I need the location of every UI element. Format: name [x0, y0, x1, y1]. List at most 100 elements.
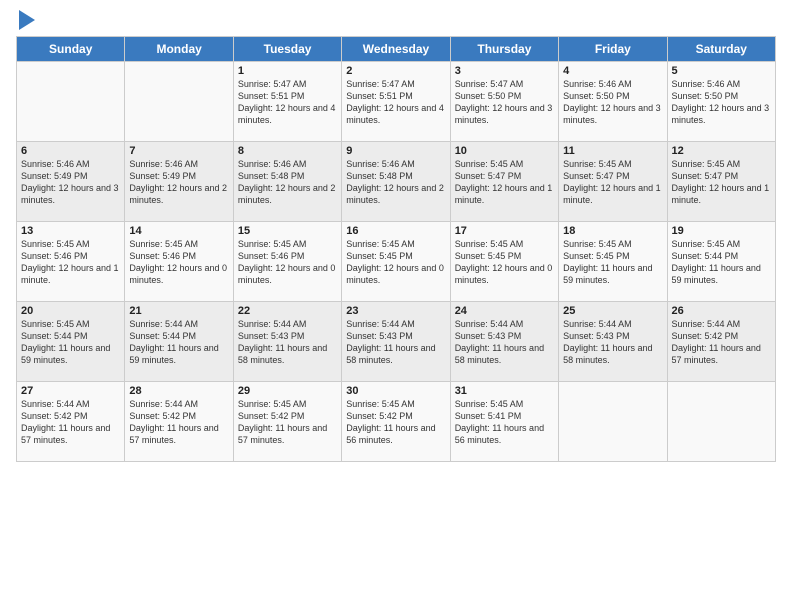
day-number: 23	[346, 305, 445, 317]
calendar-cell: 11Sunrise: 5:45 AM Sunset: 5:47 PM Dayli…	[559, 142, 667, 222]
day-number: 8	[238, 145, 337, 157]
calendar-week-row: 13Sunrise: 5:45 AM Sunset: 5:46 PM Dayli…	[17, 222, 776, 302]
cell-content: Sunrise: 5:45 AM Sunset: 5:46 PM Dayligh…	[21, 238, 120, 287]
calendar-cell: 14Sunrise: 5:45 AM Sunset: 5:46 PM Dayli…	[125, 222, 233, 302]
cell-content: Sunrise: 5:44 AM Sunset: 5:43 PM Dayligh…	[455, 318, 554, 367]
calendar-cell: 25Sunrise: 5:44 AM Sunset: 5:43 PM Dayli…	[559, 302, 667, 382]
calendar-cell: 9Sunrise: 5:46 AM Sunset: 5:48 PM Daylig…	[342, 142, 450, 222]
calendar-week-row: 20Sunrise: 5:45 AM Sunset: 5:44 PM Dayli…	[17, 302, 776, 382]
cell-content: Sunrise: 5:45 AM Sunset: 5:42 PM Dayligh…	[238, 398, 337, 447]
day-number: 3	[455, 65, 554, 77]
day-number: 26	[672, 305, 771, 317]
cell-content: Sunrise: 5:45 AM Sunset: 5:45 PM Dayligh…	[563, 238, 662, 287]
calendar-cell: 22Sunrise: 5:44 AM Sunset: 5:43 PM Dayli…	[233, 302, 341, 382]
day-number: 28	[129, 385, 228, 397]
day-header-tuesday: Tuesday	[233, 37, 341, 62]
calendar-week-row: 1Sunrise: 5:47 AM Sunset: 5:51 PM Daylig…	[17, 62, 776, 142]
day-header-saturday: Saturday	[667, 37, 775, 62]
cell-content: Sunrise: 5:46 AM Sunset: 5:50 PM Dayligh…	[563, 78, 662, 127]
calendar-cell: 2Sunrise: 5:47 AM Sunset: 5:51 PM Daylig…	[342, 62, 450, 142]
cell-content: Sunrise: 5:46 AM Sunset: 5:49 PM Dayligh…	[129, 158, 228, 207]
day-number: 25	[563, 305, 662, 317]
calendar-cell	[17, 62, 125, 142]
calendar-cell	[667, 382, 775, 462]
day-number: 30	[346, 385, 445, 397]
day-number: 31	[455, 385, 554, 397]
calendar-cell: 20Sunrise: 5:45 AM Sunset: 5:44 PM Dayli…	[17, 302, 125, 382]
cell-content: Sunrise: 5:45 AM Sunset: 5:42 PM Dayligh…	[346, 398, 445, 447]
cell-content: Sunrise: 5:46 AM Sunset: 5:50 PM Dayligh…	[672, 78, 771, 127]
cell-content: Sunrise: 5:46 AM Sunset: 5:48 PM Dayligh…	[346, 158, 445, 207]
calendar-cell: 4Sunrise: 5:46 AM Sunset: 5:50 PM Daylig…	[559, 62, 667, 142]
cell-content: Sunrise: 5:47 AM Sunset: 5:51 PM Dayligh…	[346, 78, 445, 127]
calendar-cell: 12Sunrise: 5:45 AM Sunset: 5:47 PM Dayli…	[667, 142, 775, 222]
day-number: 4	[563, 65, 662, 77]
calendar-cell: 13Sunrise: 5:45 AM Sunset: 5:46 PM Dayli…	[17, 222, 125, 302]
calendar-cell: 10Sunrise: 5:45 AM Sunset: 5:47 PM Dayli…	[450, 142, 558, 222]
day-number: 1	[238, 65, 337, 77]
calendar-cell: 24Sunrise: 5:44 AM Sunset: 5:43 PM Dayli…	[450, 302, 558, 382]
day-number: 2	[346, 65, 445, 77]
logo-arrow-icon	[19, 10, 35, 30]
day-number: 21	[129, 305, 228, 317]
calendar-table: SundayMondayTuesdayWednesdayThursdayFrid…	[16, 36, 776, 462]
day-number: 29	[238, 385, 337, 397]
day-number: 11	[563, 145, 662, 157]
calendar-cell: 6Sunrise: 5:46 AM Sunset: 5:49 PM Daylig…	[17, 142, 125, 222]
cell-content: Sunrise: 5:44 AM Sunset: 5:43 PM Dayligh…	[346, 318, 445, 367]
day-number: 14	[129, 225, 228, 237]
calendar-cell: 26Sunrise: 5:44 AM Sunset: 5:42 PM Dayli…	[667, 302, 775, 382]
calendar-cell: 27Sunrise: 5:44 AM Sunset: 5:42 PM Dayli…	[17, 382, 125, 462]
day-number: 5	[672, 65, 771, 77]
day-number: 9	[346, 145, 445, 157]
day-number: 6	[21, 145, 120, 157]
page: SundayMondayTuesdayWednesdayThursdayFrid…	[0, 0, 792, 472]
cell-content: Sunrise: 5:44 AM Sunset: 5:43 PM Dayligh…	[563, 318, 662, 367]
day-number: 17	[455, 225, 554, 237]
cell-content: Sunrise: 5:47 AM Sunset: 5:51 PM Dayligh…	[238, 78, 337, 127]
cell-content: Sunrise: 5:45 AM Sunset: 5:44 PM Dayligh…	[672, 238, 771, 287]
day-number: 15	[238, 225, 337, 237]
day-number: 19	[672, 225, 771, 237]
cell-content: Sunrise: 5:46 AM Sunset: 5:49 PM Dayligh…	[21, 158, 120, 207]
cell-content: Sunrise: 5:46 AM Sunset: 5:48 PM Dayligh…	[238, 158, 337, 207]
cell-content: Sunrise: 5:44 AM Sunset: 5:42 PM Dayligh…	[21, 398, 120, 447]
cell-content: Sunrise: 5:45 AM Sunset: 5:41 PM Dayligh…	[455, 398, 554, 447]
calendar-cell: 5Sunrise: 5:46 AM Sunset: 5:50 PM Daylig…	[667, 62, 775, 142]
calendar-cell: 8Sunrise: 5:46 AM Sunset: 5:48 PM Daylig…	[233, 142, 341, 222]
day-header-sunday: Sunday	[17, 37, 125, 62]
calendar-cell: 15Sunrise: 5:45 AM Sunset: 5:46 PM Dayli…	[233, 222, 341, 302]
cell-content: Sunrise: 5:45 AM Sunset: 5:45 PM Dayligh…	[346, 238, 445, 287]
cell-content: Sunrise: 5:45 AM Sunset: 5:46 PM Dayligh…	[238, 238, 337, 287]
cell-content: Sunrise: 5:45 AM Sunset: 5:47 PM Dayligh…	[563, 158, 662, 207]
day-header-thursday: Thursday	[450, 37, 558, 62]
calendar-cell: 23Sunrise: 5:44 AM Sunset: 5:43 PM Dayli…	[342, 302, 450, 382]
calendar-week-row: 27Sunrise: 5:44 AM Sunset: 5:42 PM Dayli…	[17, 382, 776, 462]
calendar-cell: 19Sunrise: 5:45 AM Sunset: 5:44 PM Dayli…	[667, 222, 775, 302]
day-number: 10	[455, 145, 554, 157]
calendar-cell: 31Sunrise: 5:45 AM Sunset: 5:41 PM Dayli…	[450, 382, 558, 462]
day-number: 13	[21, 225, 120, 237]
day-number: 12	[672, 145, 771, 157]
cell-content: Sunrise: 5:45 AM Sunset: 5:44 PM Dayligh…	[21, 318, 120, 367]
cell-content: Sunrise: 5:44 AM Sunset: 5:43 PM Dayligh…	[238, 318, 337, 367]
calendar-cell: 18Sunrise: 5:45 AM Sunset: 5:45 PM Dayli…	[559, 222, 667, 302]
day-number: 7	[129, 145, 228, 157]
logo	[16, 12, 35, 30]
day-number: 22	[238, 305, 337, 317]
calendar-body: 1Sunrise: 5:47 AM Sunset: 5:51 PM Daylig…	[17, 62, 776, 462]
cell-content: Sunrise: 5:45 AM Sunset: 5:47 PM Dayligh…	[672, 158, 771, 207]
day-number: 18	[563, 225, 662, 237]
calendar-header: SundayMondayTuesdayWednesdayThursdayFrid…	[17, 37, 776, 62]
calendar-cell: 16Sunrise: 5:45 AM Sunset: 5:45 PM Dayli…	[342, 222, 450, 302]
cell-content: Sunrise: 5:44 AM Sunset: 5:44 PM Dayligh…	[129, 318, 228, 367]
calendar-week-row: 6Sunrise: 5:46 AM Sunset: 5:49 PM Daylig…	[17, 142, 776, 222]
day-header-wednesday: Wednesday	[342, 37, 450, 62]
cell-content: Sunrise: 5:45 AM Sunset: 5:45 PM Dayligh…	[455, 238, 554, 287]
calendar-cell: 1Sunrise: 5:47 AM Sunset: 5:51 PM Daylig…	[233, 62, 341, 142]
cell-content: Sunrise: 5:45 AM Sunset: 5:46 PM Dayligh…	[129, 238, 228, 287]
calendar-cell: 7Sunrise: 5:46 AM Sunset: 5:49 PM Daylig…	[125, 142, 233, 222]
day-header-friday: Friday	[559, 37, 667, 62]
cell-content: Sunrise: 5:44 AM Sunset: 5:42 PM Dayligh…	[129, 398, 228, 447]
cell-content: Sunrise: 5:44 AM Sunset: 5:42 PM Dayligh…	[672, 318, 771, 367]
